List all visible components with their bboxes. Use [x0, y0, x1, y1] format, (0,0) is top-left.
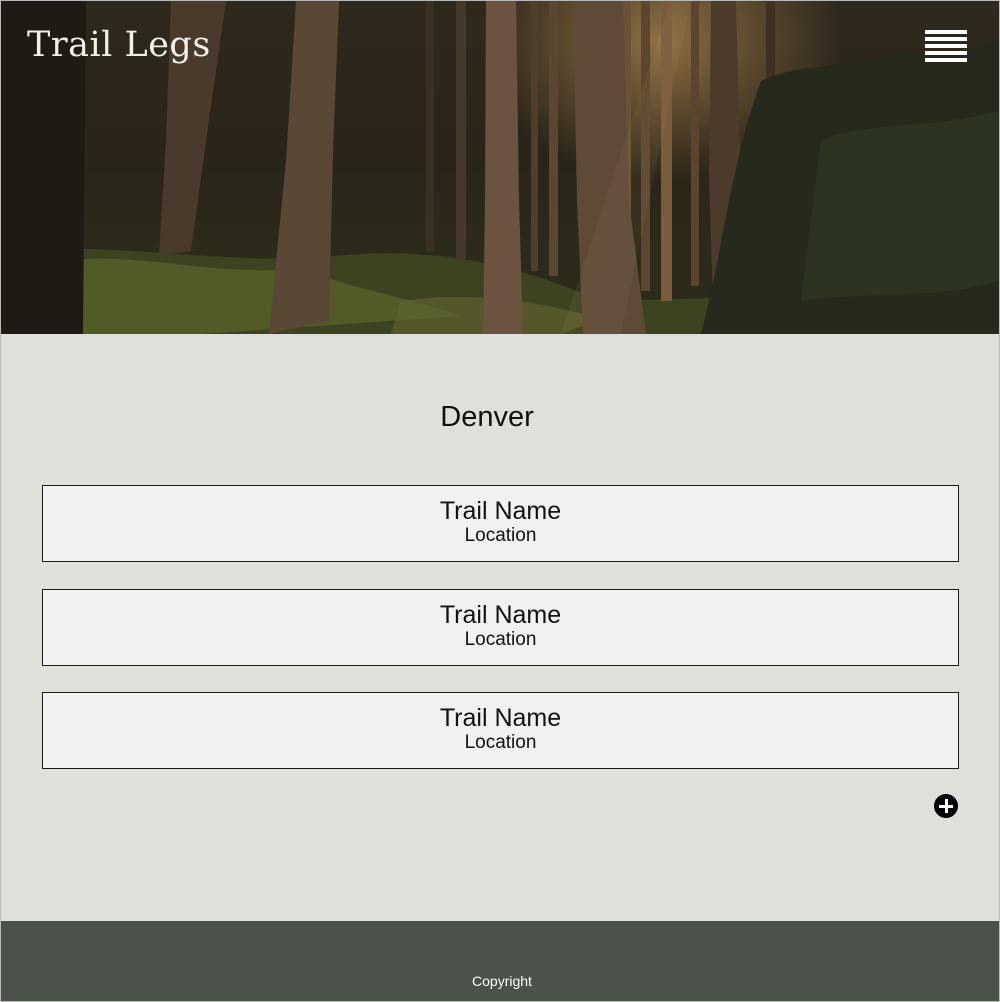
menu-line	[925, 30, 967, 34]
main-content: Denver Trail Name Location Trail Name Lo…	[1, 334, 999, 921]
footer: Copyright	[1, 921, 999, 1001]
hero-banner: Trail Legs	[1, 1, 999, 334]
trail-card[interactable]: Trail Name Location	[42, 589, 959, 666]
menu-line	[925, 44, 967, 48]
trail-card[interactable]: Trail Name Location	[42, 485, 959, 562]
trail-card[interactable]: Trail Name Location	[42, 692, 959, 769]
menu-line	[925, 58, 967, 62]
page-frame: Trail Legs Denver Trail Name Location Tr…	[0, 0, 1000, 1002]
menu-line	[925, 51, 967, 55]
trail-name: Trail Name	[439, 601, 562, 629]
copyright-text: Copyright	[472, 973, 532, 989]
trail-location: Location	[464, 525, 537, 546]
brand-logo[interactable]: Trail Legs	[27, 25, 211, 65]
trail-name: Trail Name	[439, 497, 562, 525]
trail-location: Location	[464, 629, 537, 650]
add-trail-plus-icon[interactable]	[934, 794, 958, 818]
trail-name: Trail Name	[439, 704, 562, 732]
city-title: Denver	[440, 401, 534, 433]
menu-line	[925, 37, 967, 41]
hamburger-menu-icon[interactable]	[925, 30, 967, 63]
trail-location: Location	[464, 732, 537, 753]
